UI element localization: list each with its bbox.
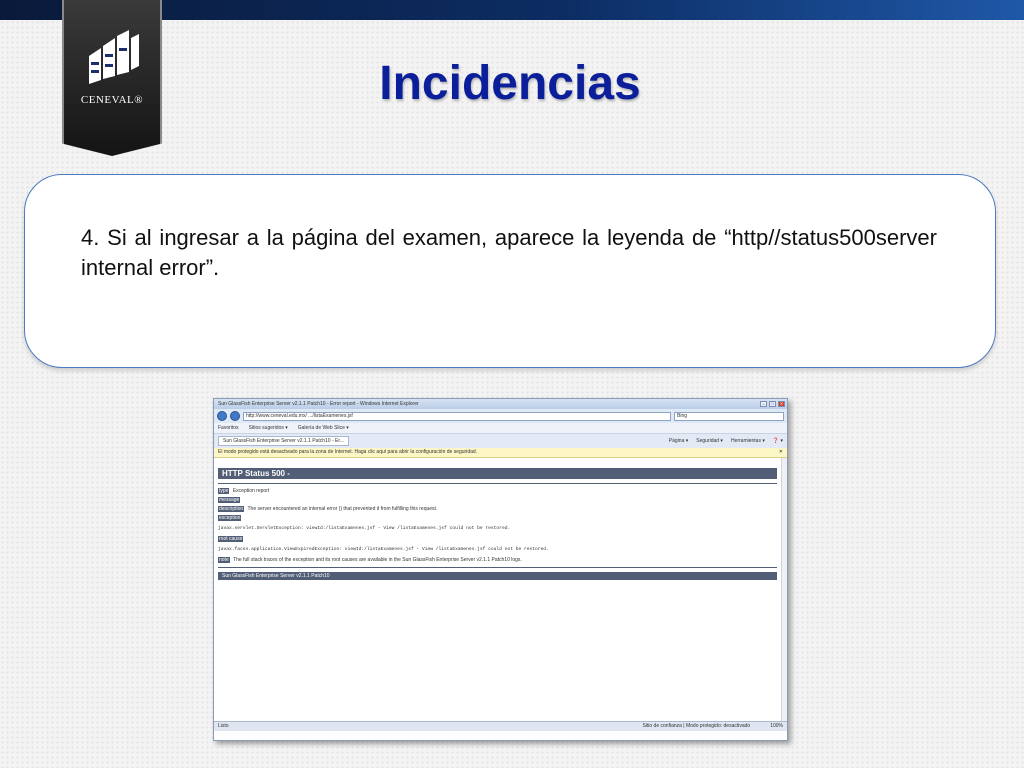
zoom-level[interactable]: 100% <box>770 722 783 731</box>
callout-box: 4. Si al ingresar a la página del examen… <box>24 174 996 368</box>
suggested-sites-link[interactable]: Sitios sugeridos ▾ <box>249 425 288 431</box>
message-label: message <box>218 497 241 503</box>
root-cause-row: root cause <box>218 536 783 542</box>
description-label: description <box>218 506 245 512</box>
page-content: HTTP Status 500 - type Exception report … <box>214 458 787 721</box>
browser-screenshot: Sun GlassFish Enterprise Server v2.1.1 P… <box>213 398 788 741</box>
description-value: The server encountered an internal error… <box>247 506 438 512</box>
address-bar: http://www.ceneval.edu.mx/ .../listaExam… <box>214 409 787 423</box>
forward-icon[interactable] <box>230 411 240 421</box>
note-value: The full stack traces of the exception a… <box>233 557 522 563</box>
type-label: type <box>218 488 230 494</box>
status-text: Listo <box>218 723 229 729</box>
window-controls: – □ ✕ <box>760 401 787 407</box>
info-bar-text: El modo protegido está desactivado para … <box>218 449 478 455</box>
logo-text: CENEVAL® <box>80 94 144 106</box>
page-menu[interactable]: Página ▾ <box>669 438 688 444</box>
exception-value: javax.servlet.ServletException: viewId:/… <box>218 526 511 531</box>
command-bar: Página ▾ Seguridad ▾ Herramientas ▾ ❓ ▾ <box>669 438 783 444</box>
favorites-bar: Favoritos Sitios sugeridos ▾ Galería de … <box>214 423 787 434</box>
callout-text: 4. Si al ingresar a la página del examen… <box>81 225 937 280</box>
search-input[interactable]: Bing <box>674 411 784 421</box>
help-menu[interactable]: ❓ ▾ <box>773 438 783 444</box>
exception-label: exception <box>218 515 242 521</box>
error-heading: HTTP Status 500 - <box>218 468 777 479</box>
favorites-link[interactable]: Favoritos <box>218 425 239 431</box>
tools-menu[interactable]: Herramientas ▾ <box>731 438 765 444</box>
root-cause-value: javax.faces.application.ViewExpiredExcep… <box>218 547 549 552</box>
minimize-icon[interactable]: – <box>760 401 767 407</box>
note-label: note <box>218 557 230 563</box>
tab-strip: Sun GlassFish Enterprise Server v2.1.1 P… <box>214 434 787 448</box>
divider <box>218 483 777 484</box>
url-input[interactable]: http://www.ceneval.edu.mx/ .../listaExam… <box>243 411 671 421</box>
slide-title: Incidencias <box>379 57 641 110</box>
note-row: note The full stack traces of the except… <box>218 557 783 563</box>
web-slice-link[interactable]: Galería de Web Slice ▾ <box>298 425 349 431</box>
root-cause-label: root cause <box>218 536 244 542</box>
ceneval-logo: CENEVAL® <box>62 0 162 156</box>
scrollbar[interactable] <box>781 458 787 721</box>
ceneval-logo-icon <box>89 30 139 84</box>
type-value: Exception report <box>232 488 270 494</box>
info-bar[interactable]: El modo protegido está desactivado para … <box>214 448 787 458</box>
maximize-icon[interactable]: □ <box>769 401 776 407</box>
close-icon[interactable]: ✕ <box>779 448 787 457</box>
back-icon[interactable] <box>217 411 227 421</box>
message-row: message <box>218 497 783 503</box>
browser-tab[interactable]: Sun GlassFish Enterprise Server v2.1.1 P… <box>218 436 349 446</box>
status-bar: Listo Sitio de confianza | Modo protegid… <box>214 721 787 731</box>
browser-window-title: Sun GlassFish Enterprise Server v2.1.1 P… <box>218 401 419 407</box>
close-icon[interactable]: ✕ <box>778 401 785 407</box>
browser-titlebar: Sun GlassFish Enterprise Server v2.1.1 P… <box>214 399 787 409</box>
exception-row: exception <box>218 515 783 521</box>
divider <box>218 567 777 568</box>
server-footer: Sun GlassFish Enterprise Server v2.1.1 P… <box>218 572 777 580</box>
security-menu[interactable]: Seguridad ▾ <box>696 438 723 444</box>
type-row: type Exception report <box>218 488 783 494</box>
security-zone: Sitio de confianza | Modo protegido: des… <box>642 723 751 729</box>
description-row: description The server encountered an in… <box>218 506 783 512</box>
